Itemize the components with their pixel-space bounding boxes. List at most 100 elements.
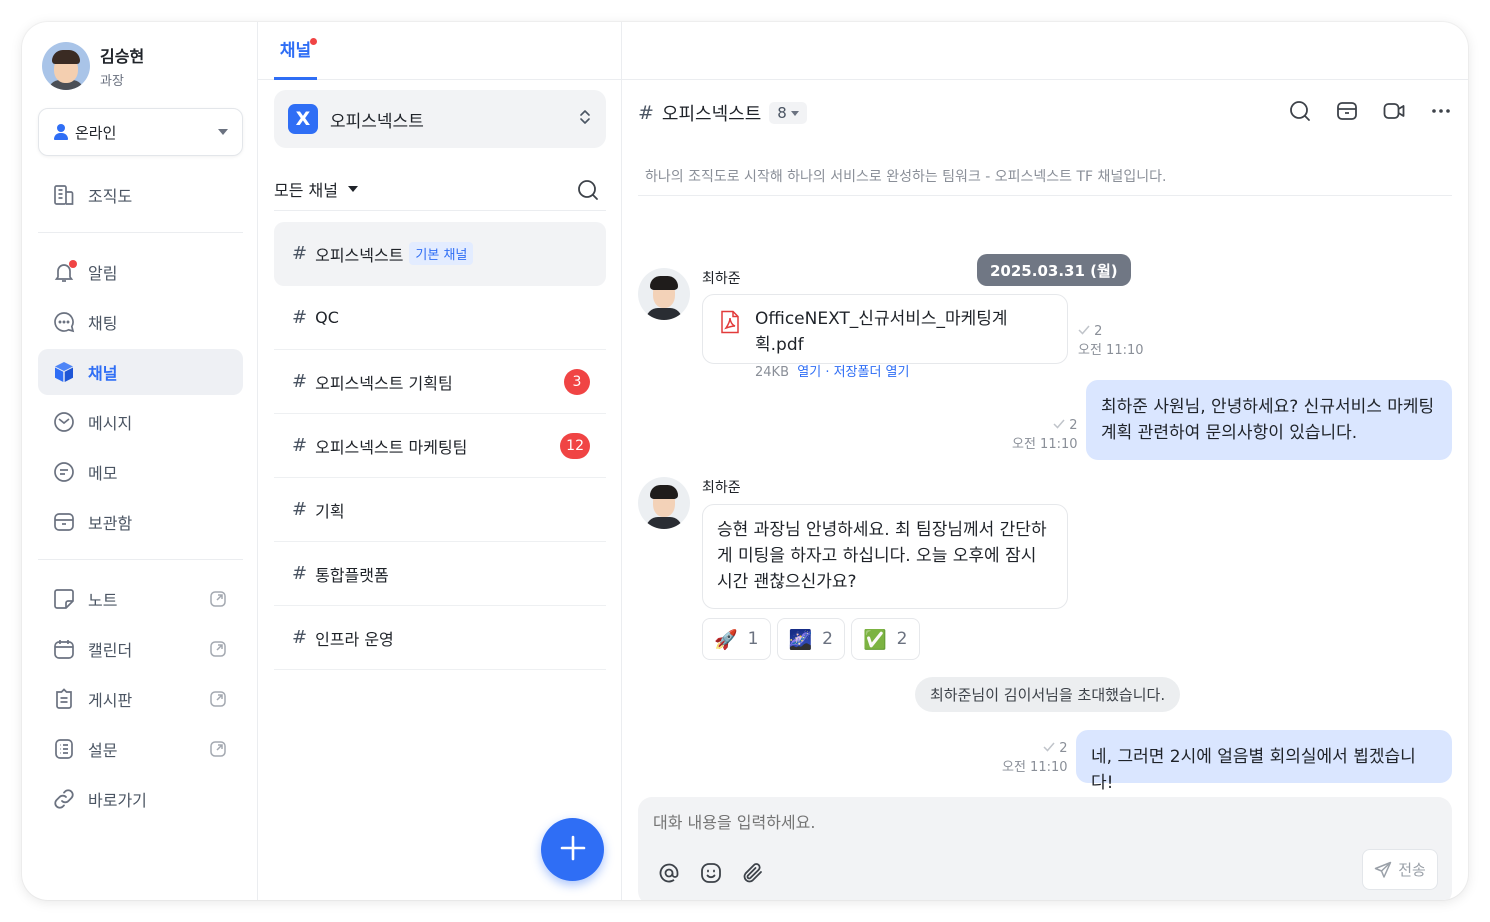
divider [274,210,606,211]
survey-icon [52,737,76,761]
archive-icon[interactable] [1334,98,1360,124]
chat-header-actions [1266,98,1454,124]
avatar[interactable] [638,268,690,320]
system-message: 최하준님이 김이서님을 초대했습니다. [915,677,1181,712]
message-bubble: 승현 과장님 안녕하세요. 최 팀장님께서 간단하게 미팅을 하자고 하십니다.… [702,504,1068,609]
hash-icon: # [638,102,654,124]
status-dropdown[interactable]: 온라인 [38,108,243,156]
reaction-rocket[interactable]: 🚀 1 [702,618,771,660]
channel-item[interactable]: # 기획 [274,478,606,542]
check-mark-icon: ✅ [863,628,887,651]
channel-item[interactable]: # QC [274,286,606,350]
alarm-dot [69,260,77,268]
sidebar-item-calendar[interactable]: 캘린더 [38,626,243,672]
nav-group-org: 조직도 알림 채팅 채널 메시지 메모 보관함 노트 캘린더 게시판 설문 바로… [38,172,243,826]
sidebar-item-shortcut[interactable]: 바로가기 [38,776,243,822]
channel-name: 오피스넥스트 기획팀 [315,373,453,393]
channel-item[interactable]: # 오피스넥스트 기본 채널 [274,222,606,286]
sidebar-item-channel[interactable]: 채널 [38,349,243,395]
message-input[interactable] [653,813,1353,832]
mention-icon[interactable] [656,860,682,886]
channel-panel: X 오피스넥스트 모든 채널 # 오피스넥스트 기본 채널 # QC # 오피스… [258,22,622,900]
channel-description: 하나의 조직도로 시작해 하나의 서비스로 완성하는 팀워크 - 오피스넥스트 … [645,169,1167,185]
sidebar-item-label: 설문 [88,741,118,760]
person-icon [53,124,69,140]
unread-badge: 3 [564,369,590,395]
chat-bubble-icon [52,310,76,334]
file-attachment[interactable]: OfficeNEXT_신규서비스_마케팅계획.pdf 24KB 열기 · 저장폴… [702,294,1068,380]
sidebar-item-storage[interactable]: 보관함 [38,499,243,545]
rocket-icon: 🚀 [714,628,738,651]
paperclip-icon[interactable] [740,860,766,886]
external-link-icon [209,690,227,712]
check-icon [1078,325,1090,335]
channel-item[interactable]: # 오피스넥스트 마케팅팀 12 [274,414,606,478]
message-time: 오전 11:10 [1012,437,1078,452]
my-message-bubble: 네, 그러면 2시에 얼음별 회의실에서 뵙겠습니다! [1076,730,1452,793]
emoji-icon[interactable] [698,860,724,886]
channel-name: 기획 [315,501,345,521]
add-channel-button[interactable] [541,818,604,881]
channel-item[interactable]: # 통합플랫폼 [274,542,606,606]
sidebar-item-label: 메시지 [88,414,133,433]
member-count: 8 [777,104,787,122]
check-icon [1053,419,1065,429]
hash-icon: # [292,499,308,520]
channel-filter: 모든 채널 [274,168,606,210]
video-call-icon[interactable] [1381,98,1407,124]
divider [38,559,243,560]
sidebar-item-label: 바로가기 [88,791,147,810]
read-count: 2 [1059,741,1068,756]
sidebar-item-chat[interactable]: 채팅 [38,299,243,345]
divider [638,195,1452,196]
sidebar-item-label: 게시판 [88,691,133,710]
message-composer: 전송 [638,797,1452,900]
search-icon[interactable] [576,178,600,206]
sidebar-item-label: 채팅 [88,314,118,333]
divider [38,232,243,233]
reaction-check[interactable]: ✅ 2 [851,618,920,660]
composer-tools [656,860,782,886]
profile[interactable]: 김승현 과장 [42,42,144,90]
hash-icon: # [292,243,308,264]
sidebar-item-alarm[interactable]: 알림 [38,249,243,295]
profile-title: 과장 [100,74,124,89]
bell-icon [52,260,77,284]
search-icon[interactable] [1287,98,1313,124]
workspace-logo: X [288,104,318,134]
sidebar-item-org[interactable]: 조직도 [38,172,243,218]
sidebar-item-message[interactable]: 메시지 [38,399,243,445]
sender-name: 최하준 [702,271,741,287]
message-time: 오전 11:10 [1078,343,1144,358]
sidebar-item-note[interactable]: 노트 [38,576,243,622]
read-status: 2 오전 11:10 [1078,322,1144,360]
date-separator: 2025.03.31 (월) [977,254,1131,286]
status-label: 온라인 [75,123,117,142]
my-message-bubble: 최하준 사원님, 안녕하세요? 신규서비스 마케팅 계획 관련하여 문의사항이 … [1086,380,1452,460]
reaction-count: 2 [822,629,833,649]
read-count: 2 [1094,324,1103,339]
sidebar-item-survey[interactable]: 설문 [38,726,243,772]
member-count-button[interactable]: 8 [769,102,807,124]
cube-icon [52,360,76,384]
reaction-galaxy[interactable]: 🌌 2 [776,618,845,660]
envelope-icon [52,410,76,434]
more-options-icon[interactable] [1428,98,1454,124]
channel-item[interactable]: # 오피스넥스트 기획팀 3 [274,350,606,414]
channel-item[interactable]: # 인프라 운영 [274,606,606,670]
channel-name: QC [315,308,339,327]
send-button[interactable]: 전송 [1362,849,1438,890]
sidebar-item-memo[interactable]: 메모 [38,449,243,495]
send-label: 전송 [1398,861,1426,879]
avatar[interactable] [638,477,690,529]
filter-label[interactable]: 모든 채널 [274,177,338,201]
channel-name: 오피스넥스트 [315,245,404,265]
sidebar-item-board[interactable]: 게시판 [38,676,243,722]
channel-name: 인프라 운영 [315,629,394,649]
caret-down-icon[interactable] [347,186,358,192]
external-link-icon [209,740,227,762]
file-actions-link[interactable]: 열기 · 저장폴더 열기 [797,365,909,380]
reaction-count: 1 [747,629,759,649]
unread-badge: 12 [560,433,590,459]
workspace-selector[interactable]: X 오피스넥스트 [274,90,606,148]
